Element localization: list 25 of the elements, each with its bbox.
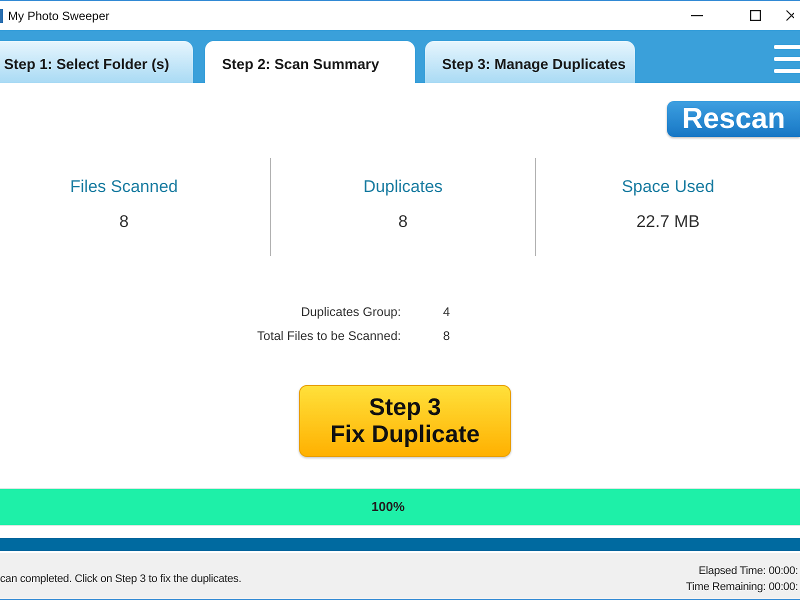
menu-icon[interactable] (774, 44, 800, 74)
stat-label: Files Scanned (70, 177, 178, 197)
detail-value: 4 (443, 304, 450, 321)
detail-label: Total Files to be Scanned: (257, 328, 401, 345)
window-title: My Photo Sweeper (8, 8, 110, 22)
time-text: Time Remaining: 00:00: (686, 580, 798, 595)
stat-value: 8 (398, 212, 408, 232)
status-message: can completed. Click on Step 3 to fix the duplicates. (0, 573, 242, 585)
tab[interactable]: Step 3: Manage Duplicates (425, 41, 635, 83)
progress-reading: 100% (370, 498, 406, 516)
detail-value: 8 (443, 328, 450, 345)
minimize-icon[interactable] (691, 14, 703, 16)
tab[interactable]: Step 1: Select Folder (s) (0, 41, 193, 83)
fix-duplicate-button[interactable]: Step 3 Fix Duplicate (299, 385, 511, 457)
stat-value: 8 (119, 212, 129, 232)
stat-label: Space Used (622, 177, 714, 197)
time-text: Elapsed Time: 00:00: (698, 564, 798, 579)
stat-value: 22.7 MB (636, 212, 700, 232)
tab[interactable]: Step 2: Scan Summary (205, 41, 415, 83)
maximize-icon[interactable] (750, 10, 761, 21)
app-icon (0, 8, 3, 22)
detail-label: Duplicates Group: (300, 304, 401, 321)
rescan-button[interactable]: Rescan (667, 101, 800, 137)
close-icon[interactable] (786, 10, 794, 21)
stat-label: Duplicates (363, 177, 443, 197)
